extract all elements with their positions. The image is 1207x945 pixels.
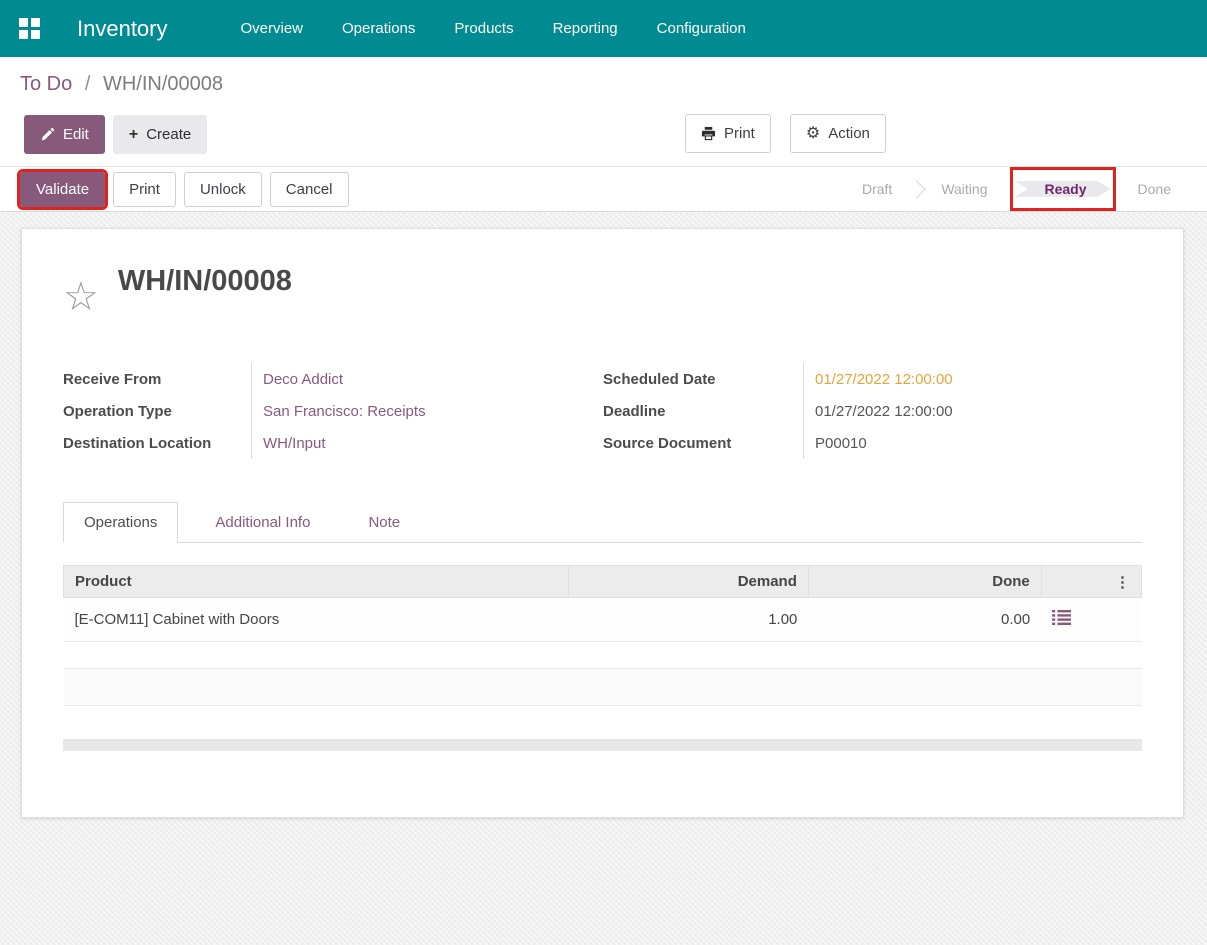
title-row: ☆ WH/IN/00008 — [63, 263, 1142, 317]
favorite-star-icon[interactable]: ☆ — [63, 277, 99, 317]
document-menus: Print ⚙ Action — [685, 114, 886, 153]
tab-note[interactable]: Note — [347, 502, 421, 543]
gear-icon: ⚙ — [805, 125, 821, 142]
record-title: WH/IN/00008 — [117, 265, 292, 297]
nav-item-operations[interactable]: Operations — [340, 14, 417, 43]
top-navbar: Inventory Overview Operations Products R… — [0, 0, 1207, 57]
nav-item-overview[interactable]: Overview — [239, 14, 306, 43]
plus-icon: + — [128, 126, 139, 143]
nav-item-configuration[interactable]: Configuration — [655, 14, 748, 43]
stage-ready-highlight[interactable]: Ready — [1009, 167, 1116, 211]
optional-columns-icon[interactable]: ⋮ — [1115, 574, 1130, 591]
printer-icon — [701, 126, 716, 141]
field-value-deadline: 01/27/2022 12:00:00 — [803, 395, 1143, 427]
cancel-button[interactable]: Cancel — [269, 171, 349, 207]
stage-waiting[interactable]: Waiting — [925, 181, 1003, 197]
column-header-demand[interactable]: Demand — [567, 565, 809, 598]
tab-additional-info[interactable]: Additional Info — [194, 502, 331, 543]
field-label-scheduled-date: Scheduled Date — [603, 370, 716, 388]
cell-done: 0.00 — [808, 597, 1042, 642]
table-row[interactable]: [E-COM11] Cabinet with Doors 1.00 0.00 — [63, 597, 1142, 642]
field-group-right: Scheduled Date 01/27/2022 12:00:00 Deadl… — [603, 363, 1143, 459]
field-value-source-document: P00010 — [803, 427, 1143, 459]
field-label-deadline: Deadline — [603, 402, 666, 420]
detailed-operations-icon[interactable] — [1052, 610, 1072, 625]
pencil-icon — [40, 127, 55, 142]
horizontal-scrollbar[interactable] — [63, 739, 1142, 751]
stage-ready[interactable]: Ready — [1015, 181, 1111, 197]
unlock-button[interactable]: Unlock — [183, 171, 262, 207]
statusbar-buttons: Validate Print Unlock Cancel — [16, 168, 349, 210]
cell-product: [E-COM11] Cabinet with Doors — [63, 597, 568, 642]
nav-item-products[interactable]: Products — [452, 14, 515, 43]
field-groups: Receive From Deco Addict Operation Type … — [63, 363, 1142, 459]
column-header-done[interactable]: Done — [807, 565, 1042, 598]
form-sheet: ☆ WH/IN/00008 Receive From Deco Addict O… — [21, 228, 1184, 818]
empty-row — [63, 668, 1142, 706]
statusbar: Validate Print Unlock Cancel Draft Waiti… — [0, 166, 1207, 212]
stage-draft[interactable]: Draft — [846, 181, 908, 197]
print-menu-button[interactable]: Print — [685, 114, 771, 153]
validate-button[interactable]: Validate — [16, 168, 109, 210]
empty-row — [63, 641, 1142, 669]
breadcrumb-separator: / — [84, 73, 91, 95]
edit-button[interactable]: Edit — [24, 115, 105, 154]
form-view-background: ☆ WH/IN/00008 Receive From Deco Addict O… — [0, 212, 1207, 945]
print-button[interactable]: Print — [113, 171, 176, 207]
breadcrumb-current: WH/IN/00008 — [102, 73, 223, 95]
field-value-scheduled-date: 01/27/2022 12:00:00 — [803, 363, 1143, 395]
field-label-receive-from: Receive From — [63, 370, 162, 388]
nav-menu: Overview Operations Products Reporting C… — [239, 14, 748, 43]
field-value-receive-from[interactable]: Deco Addict — [251, 363, 603, 395]
field-value-operation-type[interactable]: San Francisco: Receipts — [251, 395, 603, 427]
field-value-destination-location[interactable]: WH/Input — [251, 427, 603, 459]
stage-done[interactable]: Done — [1122, 181, 1187, 197]
notebook-tabs: Operations Additional Info Note — [63, 502, 1142, 543]
page-header: To Do / WH/IN/00008 Edit + Create Print … — [0, 57, 1207, 166]
breadcrumb-parent-link[interactable]: To Do — [20, 73, 72, 95]
status-stage-bar: Draft Waiting Ready Done — [846, 167, 1187, 211]
table-header-row: Product Demand Done ⋮ — [63, 565, 1143, 598]
breadcrumb: To Do / WH/IN/00008 — [0, 57, 1207, 96]
column-header-product[interactable]: Product — [63, 565, 569, 598]
field-label-destination-location: Destination Location — [63, 434, 212, 452]
operations-table: Product Demand Done ⋮ [E-COM11] Cabinet … — [63, 565, 1143, 706]
cell-demand: 1.00 — [568, 597, 809, 642]
field-group-left: Receive From Deco Addict Operation Type … — [63, 363, 603, 459]
field-label-operation-type: Operation Type — [63, 402, 172, 420]
apps-menu-icon[interactable] — [19, 18, 40, 39]
chevron-right-icon — [907, 179, 927, 199]
action-menu-button[interactable]: ⚙ Action — [789, 114, 886, 153]
nav-item-reporting[interactable]: Reporting — [551, 14, 620, 43]
app-brand[interactable]: Inventory — [77, 16, 168, 42]
tab-operations[interactable]: Operations — [63, 502, 179, 543]
create-button[interactable]: + Create — [112, 115, 208, 154]
record-action-buttons: Edit + Create — [24, 115, 208, 154]
field-label-source-document: Source Document — [603, 434, 732, 452]
